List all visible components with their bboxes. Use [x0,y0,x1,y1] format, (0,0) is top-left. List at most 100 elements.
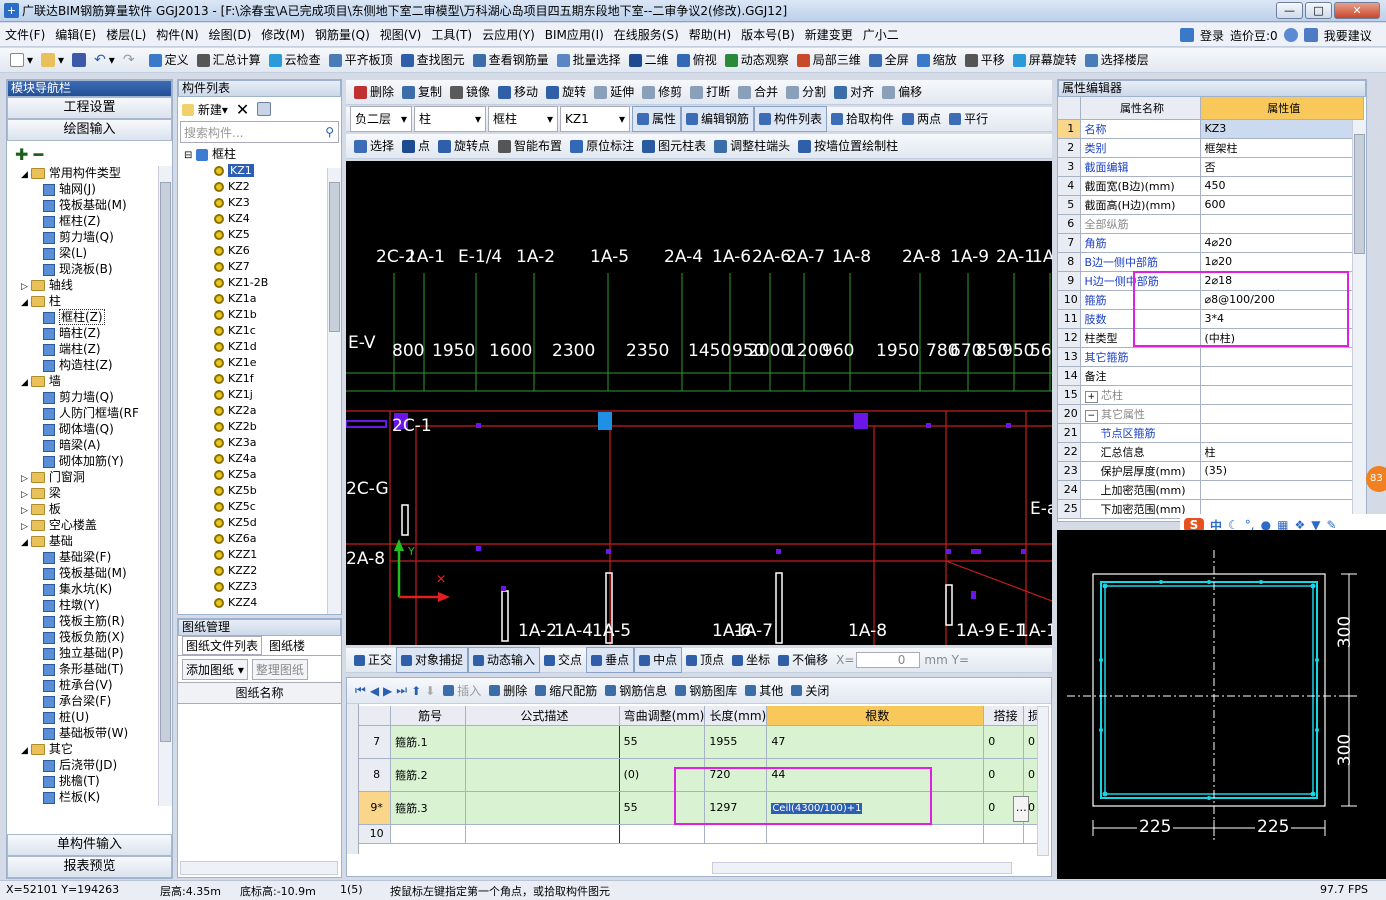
component-search-input[interactable]: 搜索构件... [181,124,325,141]
rebar-tool-button-3[interactable]: 钢筋信息 [601,679,671,703]
property-value[interactable]: 框架柱 [1200,138,1364,158]
component-list-item[interactable]: KZ1j [214,386,341,402]
component-list-item[interactable]: KZZ4 [214,594,341,610]
component-scrollbar[interactable] [327,168,341,614]
tree-toggle-icon[interactable]: ▷ [21,490,28,500]
tb-edit-button-5[interactable]: 延伸 [590,80,638,104]
tb-edit-button-1[interactable]: 复制 [398,80,446,104]
rebar-col-header[interactable]: 弯曲调整(mm) [619,706,706,726]
property-value[interactable] [1200,423,1364,443]
tb-main-button-9[interactable]: 动态观察 [721,48,793,72]
floor-select[interactable]: 负二层 ▾ [350,106,412,132]
property-value[interactable]: 1⌀20 [1200,252,1364,272]
component-list-item[interactable]: KZ1b [214,306,341,322]
rebar-col-header[interactable]: 公式描述 [465,706,620,726]
snap-button-5[interactable]: 中点 [634,647,683,673]
rebar-cell-name[interactable]: 箍筋.2 [390,758,467,792]
snap-button-0[interactable]: 正交 [350,648,396,672]
search-icon[interactable]: ⚲ [325,125,338,139]
tb-main-button-14[interactable]: 屏幕旋转 [1009,48,1081,72]
property-value[interactable] [1200,366,1364,386]
tb-main-button-0[interactable]: 定义 [145,48,193,72]
tb-edit-button-11[interactable]: 偏移 [878,80,926,104]
nav-tree-item[interactable]: ◢ 墙 [21,373,155,389]
property-row[interactable]: 23 保护层厚度(mm) (35) [1058,461,1364,481]
tb-main-button-10[interactable]: 局部三维 [793,48,865,72]
component-list-item[interactable]: KZ1f [214,370,341,386]
tree-toggle-icon[interactable]: ◢ [21,746,28,756]
rebar-vscrollbar[interactable] [1037,706,1049,856]
nav-tree-item[interactable]: ◢ 基础 [21,533,155,549]
drawing-canvas[interactable]: Y ✕ 2C-2 1A-1 E-1/4 1A-2 1A-5 2A-4 1A-6 2A-6 2A-… [346,161,1052,645]
tb-edit-button-2[interactable]: 镜像 [446,80,494,104]
rebar-tool-button-1[interactable]: 删除 [485,679,531,703]
tb-draw-button-4[interactable]: 原位标注 [566,134,638,158]
component-list-item[interactable]: KZ3 [214,194,341,210]
rebar-tool-button-0[interactable]: 插入 [439,679,485,703]
new-component-button[interactable]: 新建▾ [182,101,228,118]
tb-main-button-11[interactable]: 全屏 [865,48,913,72]
x-offset-input[interactable]: 0 [856,652,921,668]
nav-tree-item[interactable]: ◢ 常用构件类型 [21,165,155,181]
property-row[interactable]: 14 备注 [1058,366,1364,386]
tab-drawing-files[interactable]: 图纸文件列表 [182,636,263,655]
tb-draw-button-2[interactable]: 旋转点 [434,134,494,158]
property-value[interactable]: 4⌀20 [1200,233,1364,253]
tb-main-button-6[interactable]: 批量选择 [553,48,625,72]
menu-item-9[interactable]: 云应用(Y) [477,23,540,47]
menu-item-4[interactable]: 绘图(D) [204,23,257,47]
rebar-hscrollbar[interactable] [712,862,1012,874]
property-scrollbar[interactable] [1352,120,1366,520]
next-row-icon[interactable]: ▶ [383,684,392,698]
copy-component-icon[interactable] [257,102,272,116]
move-up-icon[interactable]: ⬆ [411,684,421,698]
float-assistant-bubble[interactable]: 83 [1366,466,1386,492]
property-row[interactable]: 7 角筋 4⌀20 [1058,233,1364,253]
tb-main-button-15[interactable]: 选择楼层 [1081,48,1153,72]
tb-edit-button-0[interactable]: 删除 [350,80,398,104]
tb-draw-button-5[interactable]: 图元柱表 [638,134,710,158]
subtype-select[interactable]: 框柱 ▾ [488,106,558,132]
drawing-hscrollbar[interactable] [180,861,338,875]
tb-main-button-13[interactable]: 平移 [961,48,1009,72]
close-button[interactable]: ✕ [1334,2,1380,19]
nav-tree-item[interactable]: 独立基础(P) [21,645,155,661]
menu-item-11[interactable]: 在线服务(S) [609,23,684,47]
nav-tree-item[interactable]: 轴网(J) [21,181,155,197]
tb-comp-button-2[interactable]: 构件列表 [754,106,828,132]
rebar-cell-desc[interactable] [465,824,620,844]
tree-toggle-icon[interactable]: ◢ [21,298,28,308]
nav-tree-item[interactable]: ◢ 其它 [21,741,155,757]
nav-tree-item[interactable]: 暗梁(A) [21,437,155,453]
menu-item-2[interactable]: 楼层(L) [101,23,151,47]
snap-button-1[interactable]: 对象捕捉 [396,647,469,673]
component-list-item[interactable]: KZ4a [214,450,341,466]
component-list-item[interactable]: KZ5d [214,514,341,530]
component-list-item[interactable]: KZ1 [214,162,341,178]
nav-tree-item[interactable]: ▷ 梁 [21,485,155,501]
nav-tree-item[interactable]: 基础板带(W) [21,725,155,741]
nav-scrollbar[interactable] [158,166,172,806]
nav-tree-item[interactable]: 框柱(Z) [21,213,155,229]
property-row[interactable]: 5 截面高(H边)(mm) 600 [1058,195,1364,215]
tab-drawing-floor[interactable]: 图纸楼 [266,637,308,654]
rebar-cell-adj[interactable] [619,824,706,844]
tb-edit-button-9[interactable]: 分割 [782,80,830,104]
snap-button-2[interactable]: 动态输入 [468,647,541,673]
menu-item-0[interactable]: 文件(F) [0,23,50,47]
rebar-cell-lap[interactable]: 0 [983,725,1024,759]
tb-comp-button-4[interactable]: 两点 [898,107,945,131]
property-row[interactable]: 3 截面编辑否 [1058,157,1364,177]
menu-item-13[interactable]: 版本号(B) [736,23,800,47]
component-list-item[interactable]: KZ1c [214,322,341,338]
formula-ellipsis-button[interactable]: … [1013,795,1030,822]
nav-tree-item[interactable]: 框柱(Z) [21,309,155,325]
expand-icon[interactable]: + [1084,390,1099,403]
component-list-item[interactable]: KZ2a [214,402,341,418]
nav-tree-item[interactable]: 后浇带(JD) [21,757,155,773]
tb-main-button-8[interactable]: 俯视 [673,48,721,72]
property-row[interactable]: 4 截面宽(B边)(mm) 450 [1058,176,1364,196]
tree-toggle-icon[interactable]: ▷ [21,474,28,484]
tree-toggle-icon[interactable]: ▷ [21,522,28,532]
rebar-cell-cnt[interactable] [766,824,985,844]
